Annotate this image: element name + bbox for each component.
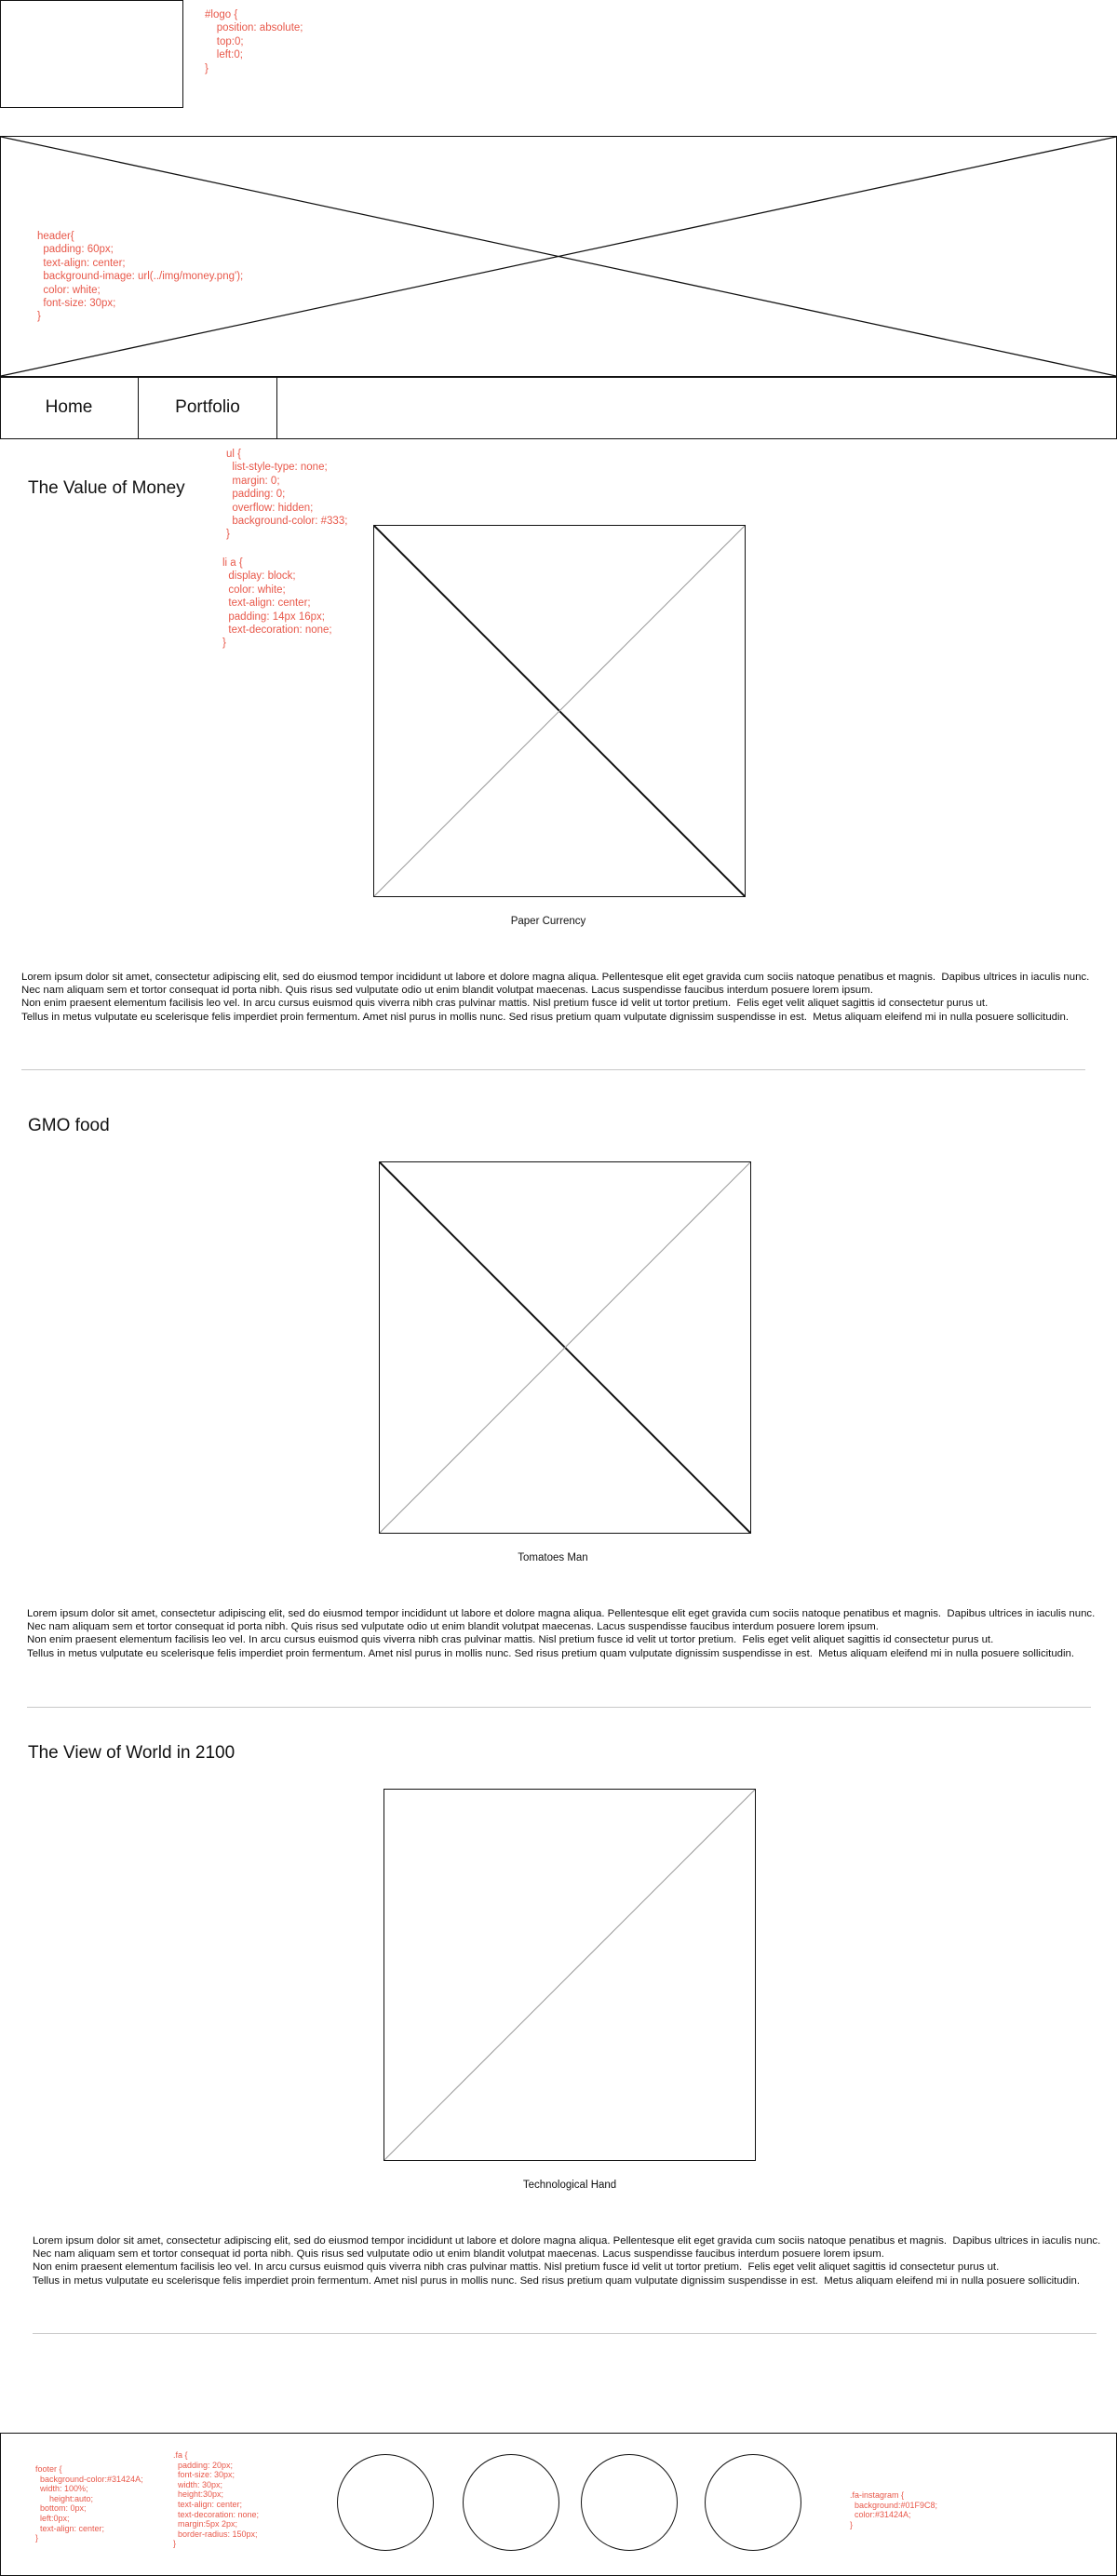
section-paragraph: Lorem ipsum dolor sit amet, consectetur …: [27, 1608, 1096, 1659]
social-icon-placeholder-3[interactable]: [581, 2454, 678, 2551]
section-paragraph: Lorem ipsum dolor sit amet, consectetur …: [21, 972, 1090, 1023]
section-divider: [33, 2333, 1097, 2334]
logo-css-annotation: #logo { position: absolute; top:0; left:…: [205, 9, 303, 74]
nav-portfolio-label: Portfolio: [175, 397, 240, 417]
section-title-value-of-money: The Value of Money: [28, 478, 185, 498]
image-placeholder-technological-hand: [384, 1789, 756, 2161]
placeholder-cross-icon: [374, 526, 745, 896]
image-caption: Tomatoes Man: [518, 1552, 588, 1563]
social-icon-placeholder-2[interactable]: [463, 2454, 559, 2551]
footer-css-annotation: footer { background-color:#31424A; width…: [35, 2464, 143, 2543]
section-divider: [27, 1707, 1091, 1708]
image-placeholder-paper-currency: [373, 525, 746, 897]
section-title-view-of-world: The View of World in 2100: [28, 1743, 236, 1763]
nav-item-portfolio[interactable]: Portfolio: [139, 377, 277, 438]
logo-placeholder: [0, 0, 183, 108]
image-caption: Technological Hand: [522, 2180, 617, 2191]
fa-instagram-css-annotation: .fa-instagram { background:#01F9C8; colo…: [850, 2490, 938, 2529]
section-title-gmo-food: GMO food: [28, 1116, 110, 1135]
image-placeholder-tomatoes-man: [379, 1161, 751, 1534]
social-icon-placeholder-1[interactable]: [337, 2454, 434, 2551]
header-css-annotation: header{ padding: 60px; text-align: cente…: [37, 231, 244, 323]
ul-css-annotation: ul { list-style-type: none; margin: 0; p…: [226, 449, 348, 541]
section-paragraph: Lorem ipsum dolor sit amet, consectetur …: [33, 2235, 1101, 2287]
fa-css-annotation: .fa { padding: 20px; font-size: 30px; wi…: [173, 2450, 260, 2549]
nav-home-label: Home: [45, 397, 93, 417]
li-a-css-annotation: li a { display: block; color: white; tex…: [222, 557, 332, 650]
nav-item-home[interactable]: Home: [0, 377, 139, 438]
section-divider: [21, 1069, 1085, 1070]
placeholder-cross-icon: [380, 1162, 750, 1533]
social-icon-placeholder-4[interactable]: [705, 2454, 801, 2551]
image-caption: Paper Currency: [510, 916, 586, 927]
placeholder-diagonal-icon: [384, 1790, 755, 2160]
